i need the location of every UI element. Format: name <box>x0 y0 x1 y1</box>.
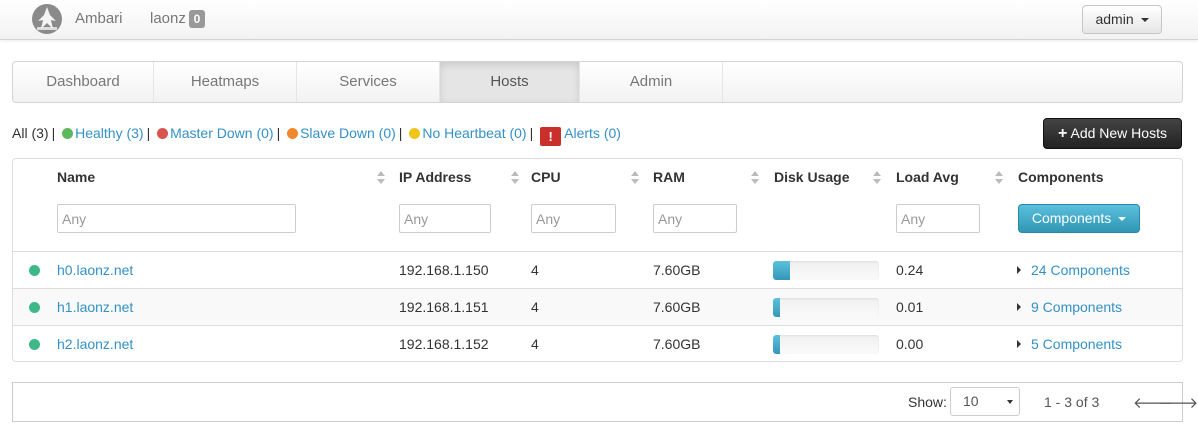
sort-icon[interactable] <box>631 171 639 185</box>
host-ram: 7.60GB <box>653 262 701 278</box>
host-name-link[interactable]: h1.laonz.net <box>57 299 133 315</box>
top-navbar: Ambari laonz 0 admin <box>0 0 1198 40</box>
table-row: h2.laonz.net 192.168.1.152 4 7.60GB 0.00… <box>13 325 1182 362</box>
expand-triangle-icon[interactable] <box>1017 303 1021 311</box>
host-cpu: 4 <box>531 336 539 352</box>
sort-icon[interactable] <box>873 171 881 185</box>
operations-count-badge[interactable]: 0 <box>189 10 205 28</box>
hosts-table: Name IP Address CPU RAM Disk Usage Load … <box>12 158 1183 362</box>
disk-usage-fill <box>773 261 790 280</box>
host-status-icon <box>29 265 40 276</box>
pagination-bar: Show: 10 1 - 3 of 3 🡐 🡒 <box>12 382 1198 422</box>
filter-all[interactable]: All (3) <box>12 125 49 141</box>
host-components-link[interactable]: 9 Components <box>1031 299 1122 315</box>
column-header-ram[interactable]: RAM <box>653 169 685 185</box>
host-ip: 192.168.1.152 <box>399 336 489 352</box>
page-size-value: 10 <box>963 393 979 409</box>
host-status-icon <box>29 339 40 350</box>
chevron-down-icon <box>1118 217 1127 222</box>
host-load-avg: 0.24 <box>896 262 924 278</box>
expand-triangle-icon[interactable] <box>1017 340 1021 348</box>
tab-services[interactable]: Services <box>297 62 440 102</box>
plus-icon: + <box>1058 125 1068 142</box>
chevron-down-icon <box>1140 18 1149 23</box>
host-components-link[interactable]: 24 Components <box>1031 262 1130 278</box>
host-ip: 192.168.1.150 <box>399 262 489 278</box>
name-filter-input[interactable] <box>57 204 296 233</box>
column-header-ip[interactable]: IP Address <box>399 169 471 185</box>
host-ip: 192.168.1.151 <box>399 299 489 315</box>
disk-usage-bar <box>773 261 879 280</box>
host-cpu: 4 <box>531 299 539 315</box>
ambari-logo-icon[interactable] <box>31 3 63 35</box>
master-down-status-icon <box>157 128 169 139</box>
sort-icon[interactable] <box>995 171 1003 185</box>
host-status-filters: All (3) | Healthy (3) | Master Down (0) | S… <box>12 125 621 146</box>
column-header-load[interactable]: Load Avg <box>896 169 959 185</box>
tab-heatmaps[interactable]: Heatmaps <box>154 62 297 102</box>
filter-alerts[interactable]: ! Alerts (0) <box>540 125 621 146</box>
host-load-avg: 0.00 <box>896 336 924 352</box>
main-nav-tabs: Dashboard Heatmaps Services Hosts Admin <box>12 61 1183 103</box>
page-size-select[interactable]: 10 <box>950 387 1020 416</box>
host-load-avg: 0.01 <box>896 299 924 315</box>
page-range: 1 - 3 of 3 <box>1044 394 1100 410</box>
disk-usage-bar <box>773 335 879 354</box>
host-ram: 7.60GB <box>653 299 701 315</box>
disk-usage-bar <box>773 298 879 317</box>
filter-no-heartbeat[interactable]: No Heartbeat (0) <box>409 125 527 141</box>
sort-icon[interactable] <box>751 171 759 185</box>
sort-icon[interactable] <box>511 171 519 185</box>
load-filter-input[interactable] <box>896 204 980 233</box>
host-status-icon <box>29 302 40 313</box>
table-row: h0.laonz.net 192.168.1.150 4 7.60GB 0.24… <box>13 251 1182 288</box>
table-row: h1.laonz.net 192.168.1.151 4 7.60GB 0.01… <box>13 288 1182 325</box>
cpu-filter-input[interactable] <box>531 204 616 233</box>
host-ram: 7.60GB <box>653 336 701 352</box>
expand-triangle-icon[interactable] <box>1017 266 1021 274</box>
host-name-link[interactable]: h0.laonz.net <box>57 262 133 278</box>
filter-slave-down[interactable]: Slave Down (0) <box>287 125 396 141</box>
column-header-disk[interactable]: Disk Usage <box>774 169 849 185</box>
page-size-label: Show: <box>908 394 947 410</box>
slave-down-status-icon <box>287 128 299 139</box>
ram-filter-input[interactable] <box>653 204 737 233</box>
next-page-arrow-icon[interactable]: 🡒 <box>1158 393 1198 412</box>
add-new-hosts-button[interactable]: + Add New Hosts <box>1043 118 1182 149</box>
healthy-status-icon <box>62 128 74 139</box>
column-header-name[interactable]: Name <box>57 169 95 185</box>
filter-healthy[interactable]: Healthy (3) <box>62 125 144 141</box>
user-menu-button[interactable]: admin <box>1082 5 1162 34</box>
host-cpu: 4 <box>531 262 539 278</box>
ip-filter-input[interactable] <box>399 204 491 233</box>
column-header-cpu[interactable]: CPU <box>531 169 561 185</box>
sort-icon[interactable] <box>377 171 385 185</box>
tab-dashboard[interactable]: Dashboard <box>13 62 154 102</box>
filter-master-down[interactable]: Master Down (0) <box>157 125 274 141</box>
add-new-hosts-label: Add New Hosts <box>1070 125 1167 141</box>
column-header-components: Components <box>1018 169 1104 185</box>
brand-name[interactable]: Ambari <box>75 10 123 27</box>
no-heartbeat-status-icon <box>409 128 421 139</box>
user-menu-label: admin <box>1095 11 1134 27</box>
alert-icon: ! <box>540 127 562 146</box>
tab-admin[interactable]: Admin <box>580 62 723 102</box>
cluster-name[interactable]: laonz <box>150 10 186 27</box>
disk-usage-fill <box>773 298 781 317</box>
host-components-link[interactable]: 5 Components <box>1031 336 1122 352</box>
components-filter-label: Components <box>1031 210 1112 226</box>
components-filter-button[interactable]: Components <box>1018 204 1140 233</box>
tab-hosts[interactable]: Hosts <box>440 62 580 102</box>
disk-usage-fill <box>773 335 781 354</box>
chevron-down-icon <box>1007 400 1013 404</box>
host-name-link[interactable]: h2.laonz.net <box>57 336 133 352</box>
